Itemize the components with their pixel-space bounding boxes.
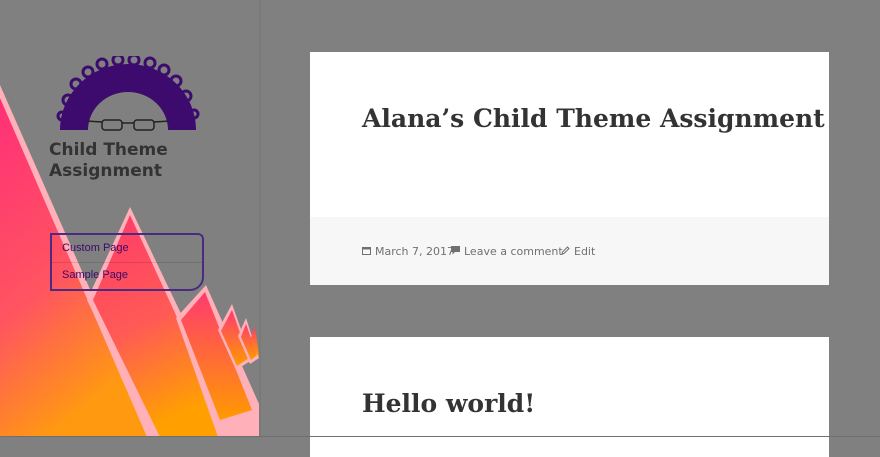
post-comment-link[interactable]: Leave a comment — [451, 245, 563, 258]
sidebar-edge — [259, 0, 261, 437]
post-edit-text[interactable]: Edit — [574, 245, 595, 258]
post-title[interactable]: Hello world! — [362, 389, 535, 418]
site-logo[interactable] — [56, 56, 200, 134]
site-title[interactable]: Child Theme Assignment — [49, 140, 219, 182]
nav-item-sample-page[interactable]: Sample Page — [62, 269, 128, 281]
calendar-icon — [362, 246, 371, 258]
speech-bubble-icon — [451, 245, 460, 258]
post-comment-text[interactable]: Leave a comment — [464, 245, 563, 258]
nav-divider — [52, 262, 202, 263]
sidebar: Child Theme Assignment Custom Page Sampl… — [0, 0, 259, 437]
post-title[interactable]: Alana’s Child Theme Assignment — [362, 104, 825, 133]
nav-item-custom-page[interactable]: Custom Page — [62, 242, 129, 254]
post-meta-footer: March 7, 2017 Leave a comment Edit — [310, 217, 829, 285]
post-date[interactable]: March 7, 2017 — [362, 245, 454, 258]
post-card: Alana’s Child Theme Assignment March 7, … — [310, 52, 829, 285]
post-edit-link[interactable]: Edit — [561, 245, 595, 258]
post-date-text[interactable]: March 7, 2017 — [375, 245, 454, 258]
pencil-icon — [561, 245, 570, 258]
post-card: Hello world! — [310, 337, 829, 457]
